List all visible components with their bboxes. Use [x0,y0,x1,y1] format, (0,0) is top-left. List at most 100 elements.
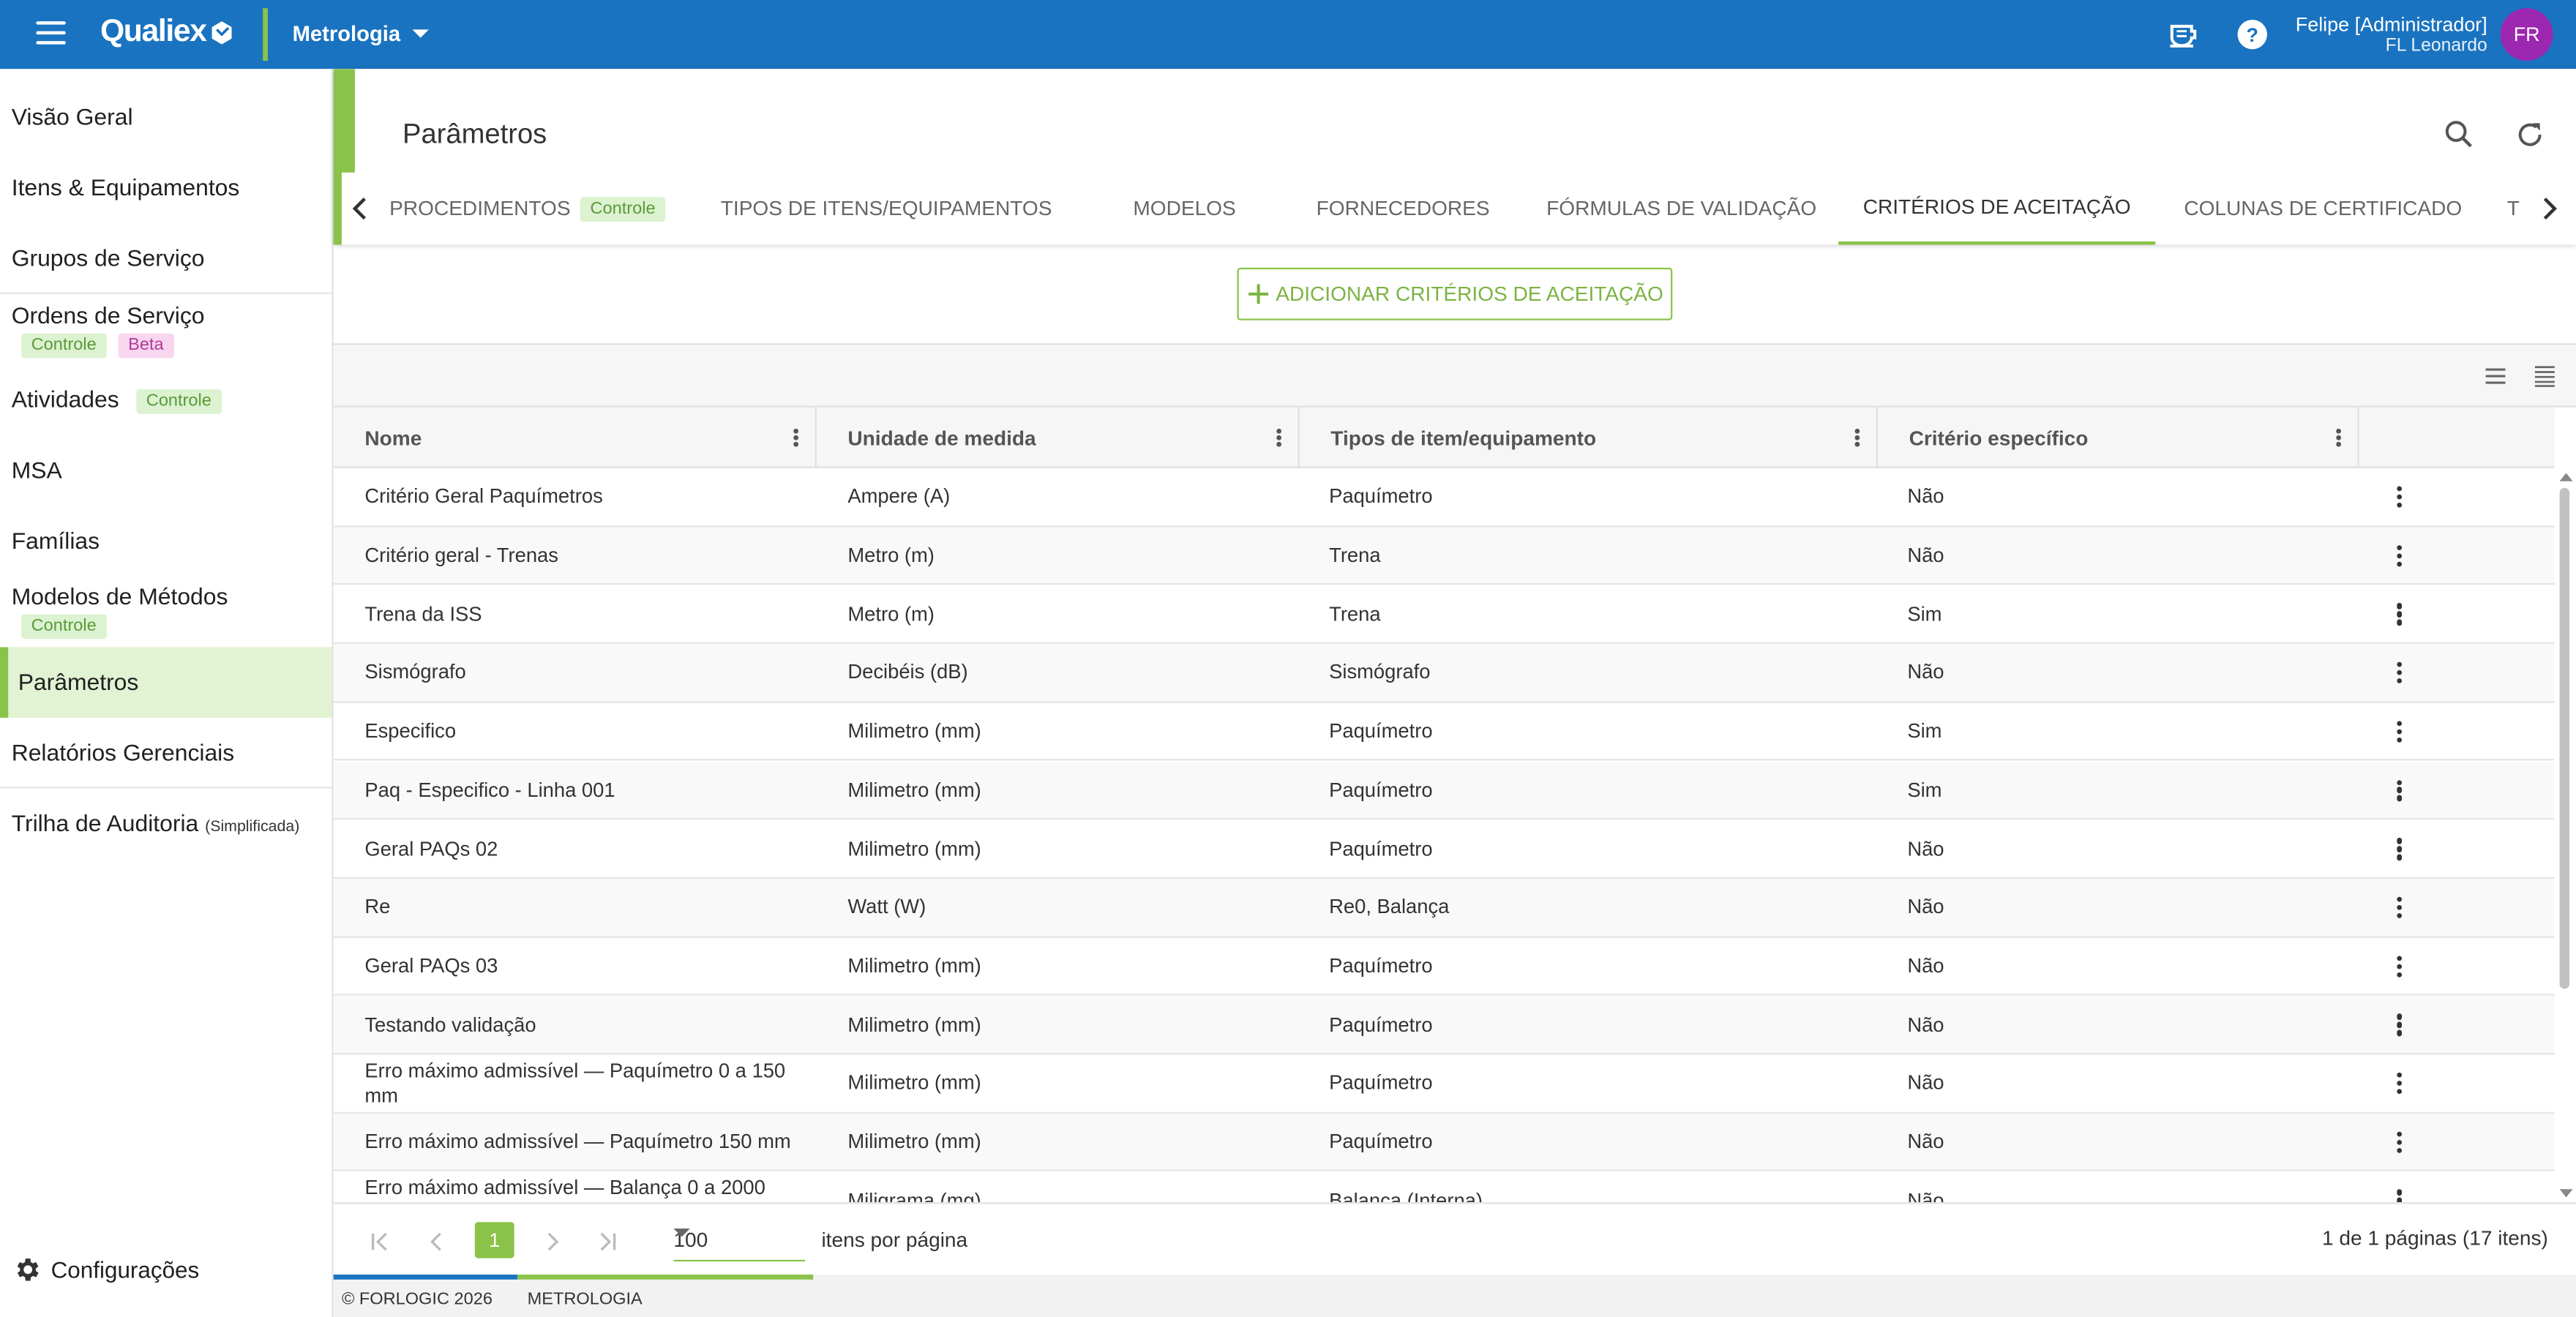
main-content: Parâmetros PROCEDIMENTOS Controle TIPOS … [333,69,2576,1317]
scroll-down-icon[interactable] [2559,1189,2573,1198]
table-cell: Trena [1329,602,1381,626]
row-actions-icon[interactable] [2397,1190,2403,1203]
table-row[interactable]: Critério geral - Trenas Metro (m) Trena Não [333,526,2555,586]
tab-criterios-aceitacao[interactable]: CRITÉRIOS DE ACEITAÇÃO [1838,173,2156,245]
page-size-select[interactable]: 100 [673,1219,806,1262]
row-actions-icon[interactable] [2397,1131,2403,1154]
coffee-cup-icon[interactable] [2167,18,2200,51]
row-actions-icon[interactable] [2397,896,2403,919]
help-icon[interactable]: ? [2236,18,2269,51]
first-page-icon[interactable] [362,1223,397,1259]
tab-formulas-validacao[interactable]: FÓRMULAS DE VALIDAÇÃO [1541,173,1822,245]
tab-label: T [2506,197,2520,220]
table-row[interactable]: Erro máximo admissível — Paquímetro 0 a … [333,1054,2555,1114]
sidebar-item-label: MSA [11,458,62,485]
table-cell: Erro máximo admissível — Paquímetro 0 a … [364,1059,786,1107]
sidebar-item-parametros[interactable]: Parâmetros [0,647,332,718]
tabs-scroll-right-button[interactable] [2531,172,2568,245]
table-row[interactable]: Testando validação Milimetro (mm) Paquímet… [333,996,2555,1055]
tab-modelos[interactable]: MODELOS [1102,173,1266,245]
table-row[interactable]: Erro máximo admissível — Paquímetro 150 … [333,1113,2555,1172]
row-actions-icon[interactable] [2397,544,2403,568]
row-actions-icon[interactable] [2397,721,2403,743]
chevron-left-icon [352,198,366,220]
search-icon[interactable] [2443,119,2476,151]
sidebar-item-label: Itens & Equipamentos [11,176,240,203]
column-header-tipos[interactable]: Tipos de item/equipamento [1300,407,1878,468]
sidebar-item-atividades[interactable]: Atividades Controle [0,375,332,426]
table-cell: Não [1907,836,1944,860]
row-actions-icon[interactable] [2397,1013,2403,1037]
table-cell: Sim [1907,778,1942,802]
list-view-icon[interactable] [2484,364,2506,387]
table-row[interactable]: Re Watt (W) Re0, Balança Não [333,878,2555,937]
avatar[interactable]: FR [2500,8,2553,61]
tab-label: PROCEDIMENTOS [389,197,571,220]
table-cell: Re [364,895,391,919]
sidebar-item-ordens-servico[interactable]: Ordens de Serviço Controle Beta [0,294,332,368]
column-header-actions [2359,408,2555,468]
compact-view-icon[interactable] [2534,364,2556,387]
vertical-scrollbar[interactable] [2554,468,2576,1203]
tabs-scroll-left-button[interactable] [341,172,378,245]
tab-fornecedores[interactable]: FORNECEDORES [1296,173,1510,245]
table-row[interactable]: Erro máximo admissível — Balança 0 a 200… [334,1171,2555,1203]
sidebar-item-modelos-metodos[interactable]: Modelos de Métodos Controle [0,575,332,646]
table-cell: Geral PAQs 02 [364,836,498,860]
column-menu-icon[interactable] [1276,428,1282,447]
settings-link[interactable]: Configurações [13,1255,199,1284]
hamburger-menu-icon[interactable] [36,21,66,48]
user-info[interactable]: Felipe [Administrador] FL Leonardo [2296,14,2487,57]
table-row[interactable]: Critério Geral Paquímetros Ampere (A) Paqu… [333,468,2555,527]
column-header-criterio[interactable]: Critério específico [1878,407,2359,468]
refresh-icon[interactable] [2514,119,2547,151]
module-selector[interactable]: Metrologia [293,21,429,46]
row-actions-icon[interactable] [2397,779,2403,802]
column-menu-icon[interactable] [1854,428,1860,447]
prev-page-icon[interactable] [419,1223,454,1259]
sidebar-item-grupos-servico[interactable]: Grupos de Serviço [0,233,332,285]
table-row[interactable]: Trena da ISS Metro (m) Trena Sim [333,585,2555,645]
sidebar-item-trilha-auditoria[interactable]: Trilha de Auditoria (Simplificada) [0,798,332,849]
tab-label: TIPOS DE ITENS/EQUIPAMENTOS [720,197,1052,220]
sidebar-item-familias[interactable]: Famílias [0,516,332,567]
table-row[interactable]: Geral PAQs 03 Milimetro (mm) Paquímetro Não [333,937,2555,997]
tab-truncated[interactable]: T [2507,173,2520,245]
table-row[interactable]: Sismógrafo Decibéis (dB) Sismógrafo Não [333,644,2555,703]
table-cell: Milimetro (mm) [847,1130,981,1153]
last-page-icon[interactable] [590,1223,626,1259]
column-header-unidade[interactable]: Unidade de medida [817,407,1300,468]
tab-tipos-itens[interactable]: TIPOS DE ITENS/EQUIPAMENTOS [700,173,1073,245]
next-page-icon[interactable] [534,1223,570,1259]
page-header: Parâmetros PROCEDIMENTOS Controle TIPOS … [333,69,2576,245]
column-menu-icon[interactable] [2336,428,2341,447]
table-cell: Não [1907,485,1944,509]
row-actions-icon[interactable] [2397,1072,2403,1095]
row-actions-icon[interactable] [2397,486,2403,509]
table-cell: Paquímetro [1329,1071,1433,1095]
table-row[interactable]: Paq - Especifico - Linha 001 Milimetro (m… [333,761,2555,820]
current-page-button[interactable]: 1 [474,1222,514,1258]
tab-procedimentos[interactable]: PROCEDIMENTOS Controle [389,173,666,245]
table-cell: Trena [1329,544,1381,567]
column-header-nome[interactable]: Nome [334,407,817,468]
sidebar-item-relatorios-gerenciais[interactable]: Relatórios Gerenciais [0,727,332,778]
sidebar-item-visao-geral[interactable]: Visão Geral [0,92,332,143]
add-criteria-button[interactable]: ADICIONAR CRITÉRIOS DE ACEITAÇÃO [1237,267,1673,320]
row-actions-icon[interactable] [2397,603,2403,626]
sidebar-item-msa[interactable]: MSA [0,445,332,496]
chevron-right-icon [2543,198,2557,220]
row-actions-icon[interactable] [2397,661,2403,685]
scrollbar-thumb[interactable] [2559,487,2570,989]
chevron-down-icon [411,29,429,38]
sidebar-item-itens-equipamentos[interactable]: Itens & Equipamentos [0,162,332,214]
tab-colunas-certificado[interactable]: COLUNAS DE CERTIFICADO [2175,173,2471,245]
table-row[interactable]: Especifico Milimetro (mm) Paquímetro Sim [333,702,2555,762]
table-cell: Sismógrafo [1329,661,1431,684]
column-menu-icon[interactable] [793,428,799,447]
row-actions-icon[interactable] [2397,838,2403,860]
app-logo[interactable]: Qualiex [100,15,234,50]
table-row[interactable]: Geral PAQs 02 Milimetro (mm) Paquímetro Não [333,820,2555,879]
row-actions-icon[interactable] [2397,955,2403,978]
scroll-up-icon[interactable] [2559,473,2573,481]
